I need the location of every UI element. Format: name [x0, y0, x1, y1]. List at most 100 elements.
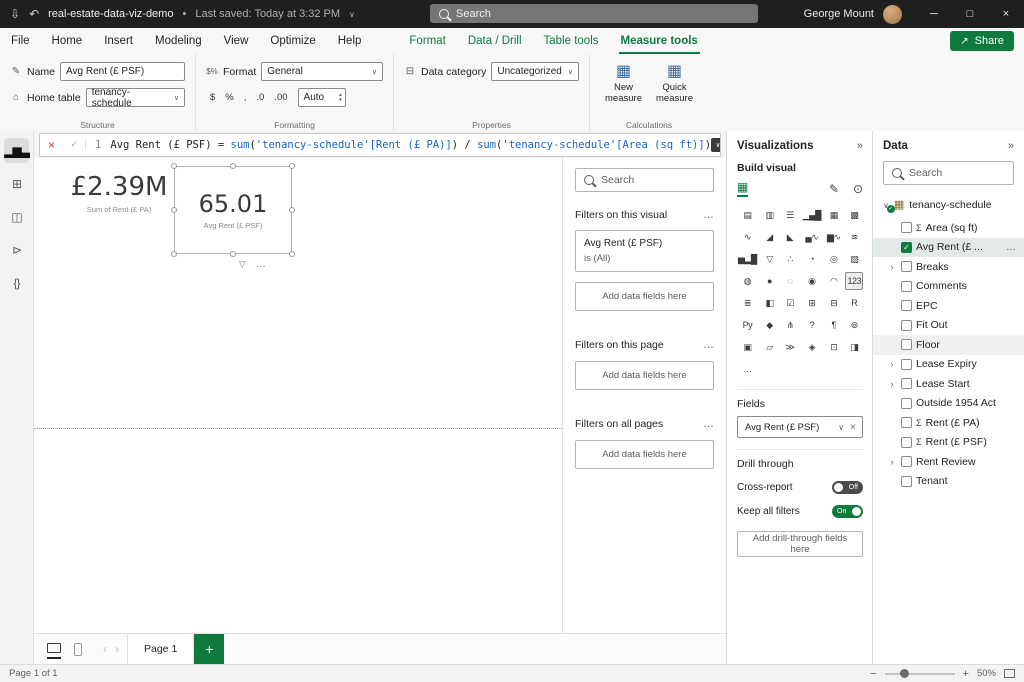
visual-type-arcgis-map[interactable]: ◈ [802, 338, 822, 356]
format-button-item[interactable]: $ [206, 89, 219, 107]
close-button[interactable]: × [988, 0, 1024, 28]
visual-type-funnel-chart[interactable]: ▽ [761, 250, 779, 268]
filter-card-avg-rent-psf[interactable]: Avg Rent (£ PSF) is (All) [575, 230, 714, 272]
collapse-pane-icon[interactable]: » [1008, 140, 1014, 152]
field-checkbox[interactable] [901, 319, 912, 331]
field-checkbox[interactable] [901, 261, 912, 273]
zoom-in-button[interactable]: + [963, 668, 969, 680]
maximize-button[interactable]: □ [952, 0, 988, 28]
format-button-item[interactable]: , [240, 89, 251, 107]
tab-measure-tools[interactable]: Measure tools [610, 28, 709, 54]
more-options-icon[interactable]: … [703, 209, 714, 221]
chevron-down-icon[interactable]: ∨ [838, 423, 844, 432]
visual-type-line-and-clustered-column-chart[interactable]: ▆∿ [825, 228, 843, 246]
keep-all-filters-toggle[interactable]: On [832, 505, 863, 518]
visual-type-decomposition-tree[interactable]: ⋔ [781, 316, 799, 334]
visual-type-line-and-stacked-column-chart[interactable]: ▄∿ [802, 228, 822, 246]
commit-formula-icon[interactable]: ✓ [63, 139, 87, 150]
visual-type-100-stacked-bar-chart[interactable]: ▦ [825, 206, 843, 224]
visual-type-100-stacked-column-chart[interactable]: ▩ [845, 206, 863, 224]
visual-type-clustered-column-chart[interactable]: ▁▄█ [802, 206, 822, 224]
cross-report-toggle[interactable]: Off [832, 481, 863, 494]
card-visual-rent-pa[interactable]: £2.39M Sum of Rent (£ PA) [52, 172, 186, 214]
report-canvas[interactable]: £2.39M Sum of Rent (£ PA) 65.01 Avg Rent… [34, 158, 563, 633]
visual-type-scatter-chart[interactable]: ∴ [781, 250, 799, 268]
field-row-rent-pa[interactable]: Σ Rent (£ PA) [873, 413, 1024, 433]
field-checkbox[interactable] [901, 475, 912, 487]
selection-handle[interactable] [289, 163, 295, 169]
selection-handle[interactable] [171, 251, 177, 257]
field-checkbox[interactable] [901, 397, 912, 409]
tab-optimize[interactable]: Optimize [259, 28, 326, 54]
visual-type-waterfall-chart[interactable]: ▅▂█ [737, 250, 758, 268]
visual-type-metrics[interactable]: ⊚ [845, 316, 863, 334]
visual-type-slicer[interactable]: ☑ [781, 294, 799, 312]
minimize-button[interactable]: ─ [916, 0, 952, 28]
field-row-lease-expiry[interactable]: › Lease Expiry [873, 355, 1024, 375]
field-checkbox[interactable] [901, 300, 912, 312]
analytics-icon[interactable]: ⊙ [853, 182, 863, 196]
format-visual-icon[interactable]: ✎ [829, 182, 839, 196]
field-row-rent-psf[interactable]: Σ Rent (£ PSF) [873, 433, 1024, 453]
tab-modeling[interactable]: Modeling [144, 28, 213, 54]
visual-type-paginated-report[interactable]: ▣ [737, 338, 758, 356]
tmdl-view-icon[interactable]: {} [4, 270, 29, 295]
previous-page-icon[interactable]: ‹ [103, 642, 107, 656]
visual-type-map[interactable]: ◍ [737, 272, 758, 290]
visual-type-donut-chart[interactable]: ◎ [825, 250, 843, 268]
field-well-avg-rent[interactable]: Avg Rent (£ PSF) ∨ × [737, 416, 863, 438]
global-search-input[interactable]: Search [430, 4, 758, 23]
new-measure-button[interactable]: ▦ New measure [600, 61, 647, 105]
format-button-item[interactable]: % [221, 89, 237, 107]
visual-type-stacked-column-chart[interactable]: ▥ [761, 206, 779, 224]
visual-type-new-slicer[interactable]: ◨ [845, 338, 863, 356]
undo-icon[interactable]: ↶ [29, 8, 39, 20]
visual-type-python-visual[interactable]: Py [737, 316, 758, 334]
mobile-view-button[interactable] [74, 639, 82, 660]
remove-field-icon[interactable]: × [850, 422, 856, 433]
card-visual-avg-rent-selected[interactable]: 65.01 Avg Rent (£ PSF) [171, 163, 295, 257]
field-checkbox[interactable] [901, 280, 912, 292]
zoom-out-button[interactable]: − [870, 668, 876, 680]
field-row-outside-1954-act[interactable]: Outside 1954 Act [873, 394, 1024, 414]
visual-type-power-apps[interactable]: ▱ [761, 338, 779, 356]
data-category-select[interactable]: Uncategorized ∨ [491, 62, 579, 81]
decimal-places-spinner[interactable]: Auto ▲ ▼ [297, 88, 346, 107]
field-checkbox[interactable] [901, 378, 912, 390]
visual-type-smart-narrative[interactable]: ¶ [825, 316, 843, 334]
tab-view[interactable]: View [213, 28, 260, 54]
add-data-fields-dropzone[interactable]: Add data fields here [575, 440, 714, 469]
field-row-epc[interactable]: EPC [873, 296, 1024, 316]
dax-query-view-icon[interactable]: ⊳ [4, 237, 29, 262]
share-button[interactable]: ↗ Share [950, 31, 1014, 51]
visual-type-matrix[interactable]: ⊟ [825, 294, 843, 312]
home-table-select[interactable]: tenancy-schedule ∨ [85, 87, 185, 109]
tab-format[interactable]: Format [398, 28, 456, 54]
field-checkbox[interactable] [901, 339, 912, 351]
visual-type-new-card[interactable]: ⊡ [825, 338, 843, 356]
tab-file[interactable]: File [0, 28, 41, 54]
field-row-tenant[interactable]: Tenant [873, 472, 1024, 492]
expand-chevron-icon[interactable]: › [887, 379, 897, 389]
visual-filter-icon[interactable]: ▽ [239, 259, 246, 270]
next-page-icon[interactable]: › [115, 642, 119, 656]
expand-chevron-icon[interactable]: › [887, 457, 897, 467]
format-select[interactable]: General ∨ [261, 62, 383, 81]
visual-type-more-visuals[interactable]: … [737, 360, 758, 378]
field-row-breaks[interactable]: › Breaks [873, 257, 1024, 277]
formula-bar-options-button[interactable]: ∨ [711, 137, 720, 152]
selection-handle[interactable] [230, 251, 236, 257]
field-row-comments[interactable]: Comments [873, 277, 1024, 297]
selection-handle[interactable] [289, 207, 295, 213]
selection-handle[interactable] [171, 163, 177, 169]
visual-type-shape-map[interactable]: ◌ [781, 272, 799, 290]
field-row-floor[interactable]: Floor [873, 335, 1024, 355]
cancel-formula-icon[interactable]: × [40, 138, 63, 152]
web-view-button[interactable] [47, 639, 61, 659]
field-row-avg-rent[interactable]: ✓ Avg Rent (£ ...… [873, 237, 1024, 257]
field-checkbox[interactable]: ✓ [901, 241, 912, 253]
expand-chevron-icon[interactable]: › [887, 359, 897, 369]
field-row-lease-start[interactable]: › Lease Start [873, 374, 1024, 394]
field-row-fit-out[interactable]: Fit Out [873, 316, 1024, 336]
selection-handle[interactable] [230, 163, 236, 169]
